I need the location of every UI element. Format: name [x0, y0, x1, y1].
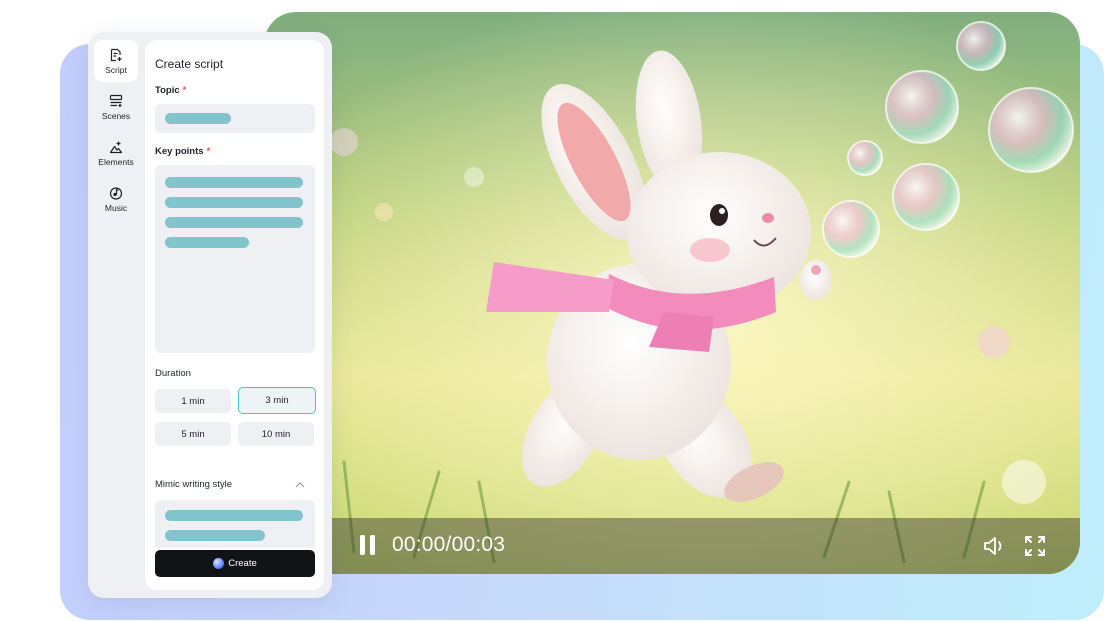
duration-option-10-min[interactable]: 10 min: [238, 422, 314, 446]
duration-option-3-min[interactable]: 3 min: [238, 387, 316, 414]
topic-label-text: Topic: [155, 85, 180, 96]
rail-item-script[interactable]: Script: [94, 40, 138, 82]
video-frame-bunny-illustration: [264, 12, 1080, 574]
create-button[interactable]: Create: [155, 550, 315, 577]
key-points-textarea[interactable]: [155, 165, 315, 353]
text-placeholder-bar: [165, 237, 249, 248]
required-mark: *: [207, 146, 211, 157]
duration-option-5-min[interactable]: 5 min: [155, 422, 231, 446]
scenes-icon: [109, 94, 123, 108]
key-points-label: Key points*: [155, 146, 210, 157]
duration-label: Duration: [155, 368, 191, 379]
pause-bar-left: [360, 535, 365, 555]
rail-label-script: Script: [105, 65, 127, 75]
text-placeholder-bar: [165, 197, 303, 208]
rail-label-music: Music: [105, 203, 127, 213]
topic-input[interactable]: [155, 104, 315, 133]
pause-bar-right: [370, 535, 375, 555]
text-placeholder-bar: [165, 217, 303, 228]
text-placeholder-bar: [165, 530, 265, 541]
elements-icon: [109, 140, 123, 154]
rail-item-music[interactable]: Music: [94, 178, 138, 220]
required-mark: *: [183, 85, 187, 96]
music-icon: [109, 186, 123, 200]
rail-item-scenes[interactable]: Scenes: [94, 86, 138, 128]
volume-icon[interactable]: [983, 535, 1007, 557]
script-icon: [109, 48, 123, 62]
topic-label: Topic*: [155, 85, 186, 96]
text-placeholder-bar: [165, 113, 231, 124]
create-script-form: Create script Topic* Key points* Duratio…: [145, 40, 324, 590]
create-button-label: Create: [228, 558, 257, 569]
create-sparkle-icon: [213, 558, 224, 569]
pause-button[interactable]: [360, 535, 376, 555]
duration-option-1-min[interactable]: 1 min: [155, 389, 231, 413]
tool-rail: Script Scenes Elements Music: [88, 32, 144, 598]
mimic-style-textarea[interactable]: [155, 500, 315, 548]
rail-item-elements[interactable]: Elements: [94, 132, 138, 174]
playback-time: 00:00/00:03: [392, 533, 505, 557]
text-placeholder-bar: [165, 510, 303, 521]
key-points-label-text: Key points: [155, 146, 204, 157]
form-title: Create script: [155, 57, 223, 71]
fullscreen-icon[interactable]: [1025, 536, 1045, 556]
text-placeholder-bar: [165, 177, 303, 188]
video-control-bar: 00:00/00:03: [264, 518, 1080, 574]
mimic-style-label: Mimic writing style: [155, 479, 232, 490]
script-panel: Script Scenes Elements Music: [88, 32, 332, 598]
video-player[interactable]: 00:00/00:03: [264, 12, 1080, 574]
rail-label-elements: Elements: [98, 157, 133, 167]
rail-label-scenes: Scenes: [102, 111, 130, 121]
chevron-up-icon[interactable]: [295, 482, 305, 488]
